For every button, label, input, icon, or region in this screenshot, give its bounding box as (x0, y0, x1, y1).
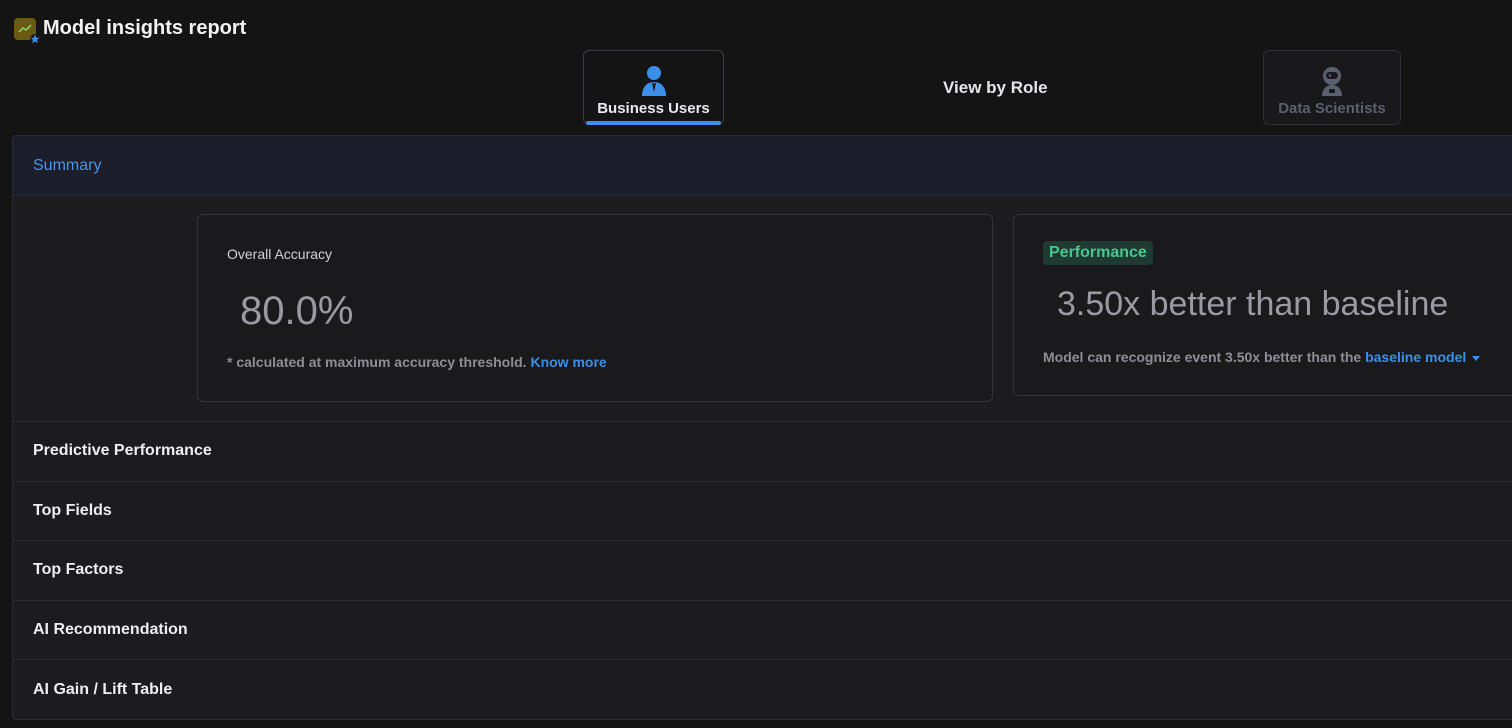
role-data-scientists-tab[interactable]: Data Scientists (1263, 50, 1401, 125)
accuracy-label: Overall Accuracy (227, 246, 333, 262)
role-label-business: Business Users (597, 100, 710, 117)
summary-title: Summary (33, 156, 102, 174)
know-more-link[interactable]: Know more (530, 354, 606, 370)
page: Model insights report Business Users Vie… (0, 0, 1512, 728)
trend-chart-icon (14, 17, 40, 44)
star-badge-icon (30, 33, 40, 44)
performance-note: Model can recognize event 3.50x better t… (1043, 349, 1481, 365)
astronaut-icon (1322, 67, 1342, 96)
role-business-users-tab[interactable]: Business Users (583, 50, 724, 125)
accuracy-value: 80.0% (240, 289, 354, 333)
summary-section-header[interactable]: Summary (13, 136, 1512, 196)
performance-card: Performance 3.50x better than baseline M… (1013, 214, 1512, 396)
performance-note-text: Model can recognize event 3.50x better t… (1043, 349, 1362, 365)
role-label-scientist: Data Scientists (1278, 100, 1386, 117)
accuracy-note: * calculated at maximum accuracy thresho… (227, 354, 607, 370)
section-ai-recommendation[interactable]: AI Recommendation (13, 599, 1512, 660)
performance-badge: Performance (1043, 241, 1153, 265)
section-label: Top Fields (33, 501, 112, 519)
section-ai-gain-lift-table[interactable]: AI Gain / Lift Table (13, 659, 1512, 719)
section-label: Predictive Performance (33, 442, 212, 460)
section-top-factors[interactable]: Top Factors (13, 540, 1512, 600)
insights-panel: Summary Overall Accuracy 80.0% * calcula… (12, 135, 1512, 720)
section-label: Top Factors (33, 561, 124, 579)
section-top-fields[interactable]: Top Fields (13, 480, 1512, 541)
section-predictive-performance[interactable]: Predictive Performance (13, 421, 1512, 481)
accuracy-note-text: * calculated at maximum accuracy thresho… (227, 354, 527, 370)
section-list: Predictive Performance Top Fields Top Fa… (13, 421, 1512, 719)
section-label: AI Gain / Lift Table (33, 680, 173, 698)
baseline-model-dropdown[interactable]: baseline model (1365, 349, 1481, 365)
page-title: Model insights report (43, 17, 247, 39)
baseline-model-label: baseline model (1365, 349, 1467, 365)
business-user-icon (641, 66, 666, 96)
view-by-role-label: View by Role (943, 78, 1048, 97)
overall-accuracy-card: Overall Accuracy 80.0% * calculated at m… (197, 214, 993, 402)
caret-down-icon (1472, 355, 1481, 361)
app-header: Model insights report (14, 17, 247, 44)
performance-value: 3.50x better than baseline (1057, 285, 1449, 323)
section-label: AI Recommendation (33, 621, 188, 639)
